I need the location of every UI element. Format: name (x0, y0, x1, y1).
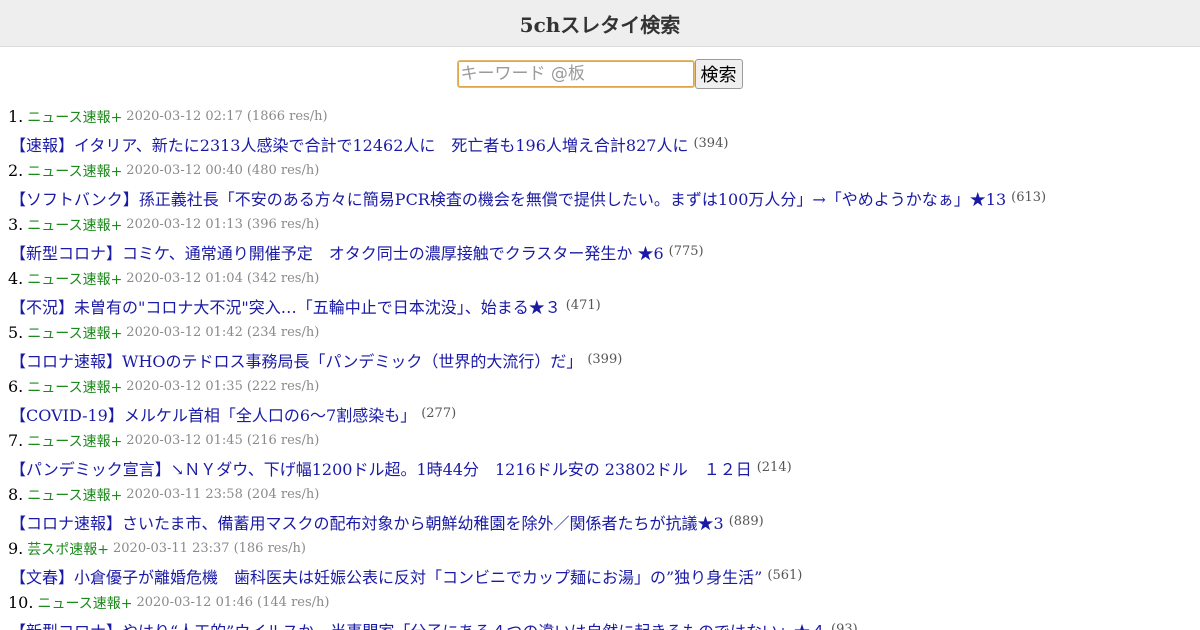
result-speed: (204 res/h) (246, 487, 320, 502)
result-title-line: 【不況】未曽有の"コロナ大不況"突入…「五輪中止で日本沈没」、始まる★３ (471… (8, 292, 1200, 319)
thread-title-link[interactable]: 【新型コロナ】コミケ、通常通り開催予定 オタク同士の濃厚接触でクラスター発生か … (10, 240, 664, 264)
result-date: 2020-03-12 01:13 (126, 217, 243, 232)
result-date: 2020-03-11 23:58 (126, 487, 243, 502)
result-date: 2020-03-12 00:40 (126, 163, 243, 178)
board-link[interactable]: ニュース速報+ (27, 485, 122, 505)
result-meta: 1. ニュース速報+ 2020-03-12 02:17 (1866 res/h) (8, 103, 1200, 130)
thread-title-link[interactable]: 【コロナ速報】WHOのテドロス事務局長「パンデミック（世界的大流行）だ」 (10, 348, 582, 372)
results-list: 1. ニュース速報+ 2020-03-12 02:17 (1866 res/h) 【速報… (0, 103, 1200, 630)
result-speed: (216 res/h) (246, 433, 320, 448)
result-speed: (144 res/h) (257, 595, 330, 610)
list-item: 7. ニュース速報+ 2020-03-12 01:45 (216 res/h) 【パンデ… (8, 427, 1200, 481)
result-rank: 3. (8, 215, 24, 234)
result-meta: 5. ニュース速報+ 2020-03-12 01:42 (234 res/h) (8, 319, 1200, 346)
search-input[interactable] (456, 60, 695, 88)
result-title-line: 【コロナ速報】WHOのテドロス事務局長「パンデミック（世界的大流行）だ」 (399… (8, 346, 1200, 373)
result-speed: (396 res/h) (246, 217, 320, 232)
list-item: 4. ニュース速報+ 2020-03-12 01:04 (342 res/h) 【不況】… (8, 265, 1200, 319)
result-count: (93) (831, 622, 858, 630)
result-count: (561) (767, 568, 803, 583)
list-item: 8. ニュース速報+ 2020-03-11 23:58 (204 res/h) 【コロナ… (8, 481, 1200, 535)
list-item: 6. ニュース速報+ 2020-03-12 01:35 (222 res/h) 【COV… (8, 373, 1200, 427)
thread-title-link[interactable]: 【新型コロナ】やはり“人工的”ウイルスか…当事問家「分子にある４つの違いは自然に… (10, 618, 826, 630)
list-item: 1. ニュース速報+ 2020-03-12 02:17 (1866 res/h) 【速報… (8, 103, 1200, 157)
search-button[interactable]: 検索 (694, 59, 743, 89)
result-title-line: 【コロナ速報】さいたま市、備蓄用マスクの配布対象から朝鮮幼稚園を除外／関係者たち… (8, 508, 1200, 535)
result-rank: 6. (8, 377, 24, 396)
result-date: 2020-03-12 01:42 (126, 325, 243, 340)
result-meta: 6. ニュース速報+ 2020-03-12 01:35 (222 res/h) (8, 373, 1200, 400)
result-meta: 8. ニュース速報+ 2020-03-11 23:58 (204 res/h) (8, 481, 1200, 508)
result-meta: 7. ニュース速報+ 2020-03-12 01:45 (216 res/h) (8, 427, 1200, 454)
result-date: 2020-03-12 02:17 (126, 109, 243, 124)
result-title-line: 【パンデミック宣言】↘ＮＹダウ、下げ幅1200ドル超。1時44分 1216ドル安… (8, 454, 1200, 481)
result-count: (471) (565, 298, 601, 313)
thread-title-link[interactable]: 【文春】小倉優子が離婚危機 歯科医夫は妊娠公表に反対「コンビニでカップ麺にお湯」… (10, 564, 762, 588)
result-date: 2020-03-12 01:46 (136, 595, 254, 610)
result-speed: (342 res/h) (246, 271, 320, 286)
result-count: (613) (1011, 190, 1047, 205)
result-meta: 4. ニュース速報+ 2020-03-12 01:04 (342 res/h) (8, 265, 1200, 292)
result-title-line: 【ソフトバンク】孫正義社長「不安のある方々に簡易PCR検査の機会を無償で提供した… (8, 184, 1200, 211)
list-item: 9. 芸スポ速報+ 2020-03-11 23:37 (186 res/h) 【文春】小… (8, 535, 1200, 589)
thread-title-link[interactable]: 【COVID-19】メルケル首相「全人口の6～7割感染も」 (10, 402, 416, 426)
result-rank: 7. (8, 431, 24, 450)
board-link[interactable]: ニュース速報+ (27, 431, 122, 451)
list-item: 2. ニュース速報+ 2020-03-12 00:40 (480 res/h) 【ソフト… (8, 157, 1200, 211)
list-item: 10.ニュース速報+ 2020-03-12 01:46(144 res/h) 【新型… (8, 589, 1200, 630)
result-count: (889) (728, 514, 764, 529)
board-link[interactable]: ニュース速報+ (27, 323, 122, 343)
list-item: 5. ニュース速報+ 2020-03-12 01:42 (234 res/h) 【コロナ… (8, 319, 1200, 373)
result-speed: (1866 res/h) (246, 109, 328, 124)
board-link[interactable]: ニュース速報+ (27, 215, 122, 235)
thread-title-link[interactable]: 【速報】イタリア、新たに2313人感染で合計で12462人に 死亡者も196人増… (10, 132, 688, 156)
board-link[interactable]: ニュース速報+ (27, 377, 122, 397)
result-meta: 10. ニュース速報+ 2020-03-12 01:46 (144 res/h) (8, 589, 1200, 616)
result-count: (394) (693, 136, 729, 151)
list-item: 3. ニュース速報+ 2020-03-12 01:13 (396 res/h) 【新型コ… (8, 211, 1200, 265)
board-link[interactable]: 芸スポ速報+ (27, 539, 109, 559)
result-meta: 9. 芸スポ速報+ 2020-03-11 23:37 (186 res/h) (8, 535, 1200, 562)
result-date: 2020-03-12 01:45 (126, 433, 243, 448)
result-date: 2020-03-11 23:37 (113, 541, 230, 556)
result-speed: (480 res/h) (246, 163, 320, 178)
result-title-line: 【文春】小倉優子が離婚危機 歯科医夫は妊娠公表に反対「コンビニでカップ麺にお湯」… (8, 562, 1200, 589)
result-speed: (186 res/h) (233, 541, 306, 556)
result-title-line: 【速報】イタリア、新たに2313人感染で合計で12462人に 死亡者も196人増… (8, 130, 1200, 157)
result-rank: 10. (8, 593, 34, 612)
result-title-line: 【新型コロナ】やはり“人工的”ウイルスか…当事問家「分子にある４つの違いは自然に… (8, 616, 1200, 630)
result-count: (775) (668, 244, 704, 259)
result-meta: 2. ニュース速報+ 2020-03-12 00:40 (480 res/h) (8, 157, 1200, 184)
result-speed: (222 res/h) (246, 379, 320, 394)
board-link[interactable]: ニュース速報+ (27, 161, 122, 181)
result-rank: 1. (8, 107, 24, 126)
result-rank: 4. (8, 269, 24, 288)
result-count: (399) (587, 352, 623, 367)
board-link[interactable]: ニュース速報+ (27, 107, 122, 127)
board-link[interactable]: ニュース速報+ (37, 593, 132, 613)
result-date: 2020-03-12 01:04 (126, 271, 243, 286)
thread-title-link[interactable]: 【ソフトバンク】孫正義社長「不安のある方々に簡易PCR検査の機会を無償で提供した… (10, 186, 1006, 210)
header: 5chスレタイ検索 (0, 0, 1200, 47)
result-rank: 5. (8, 323, 24, 342)
site-title[interactable]: 5chスレタイ検索 (520, 9, 681, 38)
result-date: 2020-03-12 01:35 (126, 379, 243, 394)
result-meta: 3. ニュース速報+ 2020-03-12 01:13 (396 res/h) (8, 211, 1200, 238)
thread-title-link[interactable]: 【パンデミック宣言】↘ＮＹダウ、下げ幅1200ドル超。1時44分 1216ドル安… (10, 456, 752, 480)
result-title-line: 【新型コロナ】コミケ、通常通り開催予定 オタク同士の濃厚接触でクラスター発生か … (8, 238, 1200, 265)
search-form: 検索 (0, 59, 1200, 89)
thread-title-link[interactable]: 【コロナ速報】さいたま市、備蓄用マスクの配布対象から朝鮮幼稚園を除外／関係者たち… (10, 510, 724, 534)
result-rank: 9. (8, 539, 24, 558)
result-count: (277) (421, 406, 457, 421)
result-rank: 8. (8, 485, 24, 504)
result-speed: (234 res/h) (246, 325, 320, 340)
result-count: (214) (756, 460, 792, 475)
result-rank: 2. (8, 161, 24, 180)
board-link[interactable]: ニュース速報+ (27, 269, 122, 289)
result-title-line: 【COVID-19】メルケル首相「全人口の6～7割感染も」 (277) (8, 400, 1200, 427)
thread-title-link[interactable]: 【不況】未曽有の"コロナ大不況"突入…「五輪中止で日本沈没」、始まる★３ (10, 294, 561, 318)
